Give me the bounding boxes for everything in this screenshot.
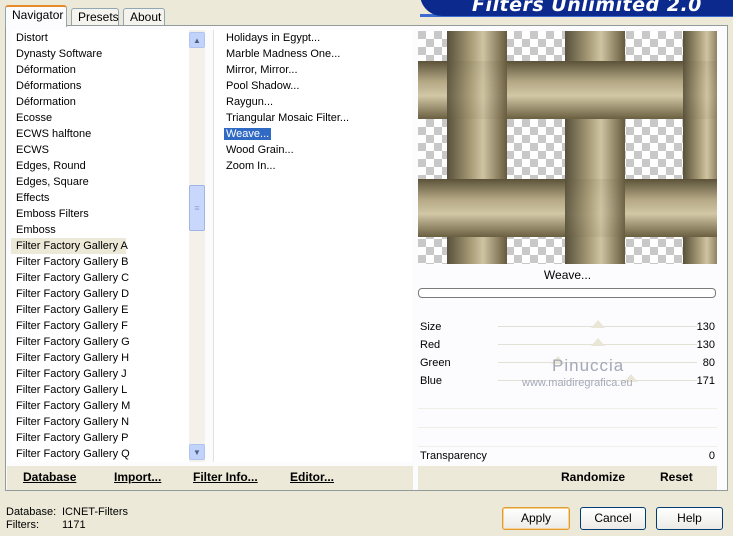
category-item[interactable]: Déformation (11, 94, 189, 110)
category-item[interactable]: Edges, Round (11, 158, 189, 174)
param-value: 130 (696, 339, 715, 351)
filter-list[interactable]: Holidays in Egypt... Marble Madness One..… (213, 30, 412, 462)
category-item[interactable]: Filter Factory Gallery C (11, 270, 189, 286)
scroll-down-button[interactable]: ▼ (189, 444, 205, 460)
filter-item[interactable]: Mirror, Mirror... (214, 62, 412, 78)
weave-preview-graphic (418, 31, 717, 264)
param-label: Size (420, 321, 442, 333)
filters-count: 1171 (62, 519, 86, 531)
filter-item[interactable]: Pool Shadow... (214, 78, 412, 94)
status-info: Database: ICNET-Filters Filters: 1171 (6, 506, 128, 532)
filter-item-label: Raygun... (226, 96, 274, 108)
param-value: 171 (696, 375, 715, 387)
filter-item[interactable]: Holidays in Egypt... (214, 30, 412, 46)
category-item[interactable]: Ecosse (11, 110, 189, 126)
category-item[interactable]: Filter Factory Gallery D (11, 286, 189, 302)
param-label: Transparency (420, 450, 487, 462)
category-item[interactable]: Filter Factory Gallery H (11, 350, 189, 366)
filter-item[interactable]: Zoom In... (214, 158, 412, 174)
category-list[interactable]: Distort Dynasty Software Déformation Déform… (11, 30, 189, 462)
category-item[interactable]: Filter Factory Gallery F (11, 318, 189, 334)
category-item[interactable]: Filter Factory Gallery A (11, 238, 128, 254)
param-slider-thumb[interactable] (590, 320, 605, 328)
filter-preview-image (418, 31, 717, 264)
category-item[interactable]: Filter Factory Gallery M (11, 398, 189, 414)
category-item[interactable]: Déformation (11, 62, 189, 78)
category-item[interactable]: Dynasty Software (11, 46, 189, 62)
navigator-toolbar: Database Import... Filter Info... Editor… (7, 466, 413, 490)
empty-param-row (418, 409, 717, 428)
progress-bar (418, 288, 716, 298)
filter-item-label: Mirror, Mirror... (226, 64, 298, 76)
filter-item[interactable]: Wood Grain... (214, 142, 412, 158)
preview-filter-name: Weave... (543, 268, 592, 282)
param-row-transparency[interactable]: Transparency 0 (418, 447, 717, 465)
category-item[interactable]: Edges, Square (11, 174, 189, 190)
filters-label: Filters: (6, 519, 39, 531)
category-item[interactable]: Filter Factory Gallery Q (11, 446, 189, 462)
apply-button[interactable]: Apply (502, 507, 570, 530)
filter-item-label: Weave... (224, 128, 272, 140)
category-item[interactable]: Emboss Filters (11, 206, 189, 222)
empty-param-row (418, 428, 717, 447)
empty-param-row (418, 390, 717, 409)
category-item[interactable]: Filter Factory Gallery B (11, 254, 189, 270)
preset-toolbar: Randomize Reset (418, 466, 717, 490)
param-label: Blue (420, 375, 443, 387)
cancel-button[interactable]: Cancel (580, 507, 646, 530)
filter-item-label: Holidays in Egypt... (226, 32, 321, 44)
category-item[interactable]: Effects (11, 190, 189, 206)
filter-item[interactable]: Raygun... (214, 94, 412, 110)
category-item[interactable]: Filter Factory Gallery E (11, 302, 189, 318)
filter-item-label: Wood Grain... (226, 144, 294, 156)
filter-item[interactable]: Weave... (214, 126, 412, 142)
filter-item-label: Triangular Mosaic Filter... (226, 112, 350, 124)
category-item[interactable]: Distort (11, 30, 189, 46)
category-item[interactable]: Emboss (11, 222, 189, 238)
database-button[interactable]: Database (23, 470, 76, 484)
database-value: ICNET-Filters (62, 506, 128, 518)
import-button[interactable]: Import... (114, 470, 161, 484)
tab-navigator[interactable]: Navigator (5, 5, 67, 27)
filter-item-label: Zoom In... (226, 160, 276, 172)
help-button[interactable]: Help (656, 507, 723, 530)
tab-about[interactable]: About (123, 8, 165, 26)
filter-item-label: Pool Shadow... (226, 80, 300, 92)
category-item[interactable]: Filter Factory Gallery J (11, 366, 189, 382)
tab-presets[interactable]: Presets (71, 8, 119, 26)
database-label: Database: (6, 506, 57, 518)
randomize-button[interactable]: Randomize (561, 470, 625, 484)
category-item[interactable]: ECWS halftone (11, 126, 189, 142)
category-item[interactable]: ECWS (11, 142, 189, 158)
scroll-up-button[interactable]: ▲ (189, 32, 205, 48)
watermark-name: Pinuccia (552, 356, 625, 375)
app-banner-title: Filters Unlimited 2.0 (420, 0, 733, 16)
param-value: 0 (708, 450, 715, 462)
param-label: Red (420, 339, 441, 351)
param-value: 130 (696, 321, 715, 333)
scroll-thumb[interactable]: ≡ (189, 185, 205, 231)
filter-info-button[interactable]: Filter Info... (193, 470, 258, 484)
category-item[interactable]: Filter Factory Gallery G (11, 334, 189, 350)
category-item[interactable]: Déformations (11, 78, 189, 94)
param-label: Green (420, 357, 451, 369)
param-row-red[interactable]: Red 130 (418, 336, 717, 354)
param-value: 80 (702, 357, 715, 369)
filter-item[interactable]: Triangular Mosaic Filter... (214, 110, 412, 126)
category-scrollbar[interactable]: ▲ ≡ ▼ (189, 30, 205, 462)
param-row-size[interactable]: Size 130 (418, 318, 717, 336)
watermark-site: www.maidiregrafica.eu (522, 377, 633, 389)
param-slider-thumb[interactable] (590, 338, 605, 346)
reset-button[interactable]: Reset (660, 470, 693, 484)
filter-item[interactable]: Marble Madness One... (214, 46, 412, 62)
editor-button[interactable]: Editor... (290, 470, 334, 484)
category-item[interactable]: Filter Factory Gallery N (11, 414, 189, 430)
category-item[interactable]: Filter Factory Gallery P (11, 430, 189, 446)
filter-item-label: Marble Madness One... (226, 48, 341, 60)
filter-parameters: Size 130 Red 130 Green 80 Blue 171 Transparency 0 (418, 318, 717, 465)
category-item[interactable]: Filter Factory Gallery L (11, 382, 189, 398)
